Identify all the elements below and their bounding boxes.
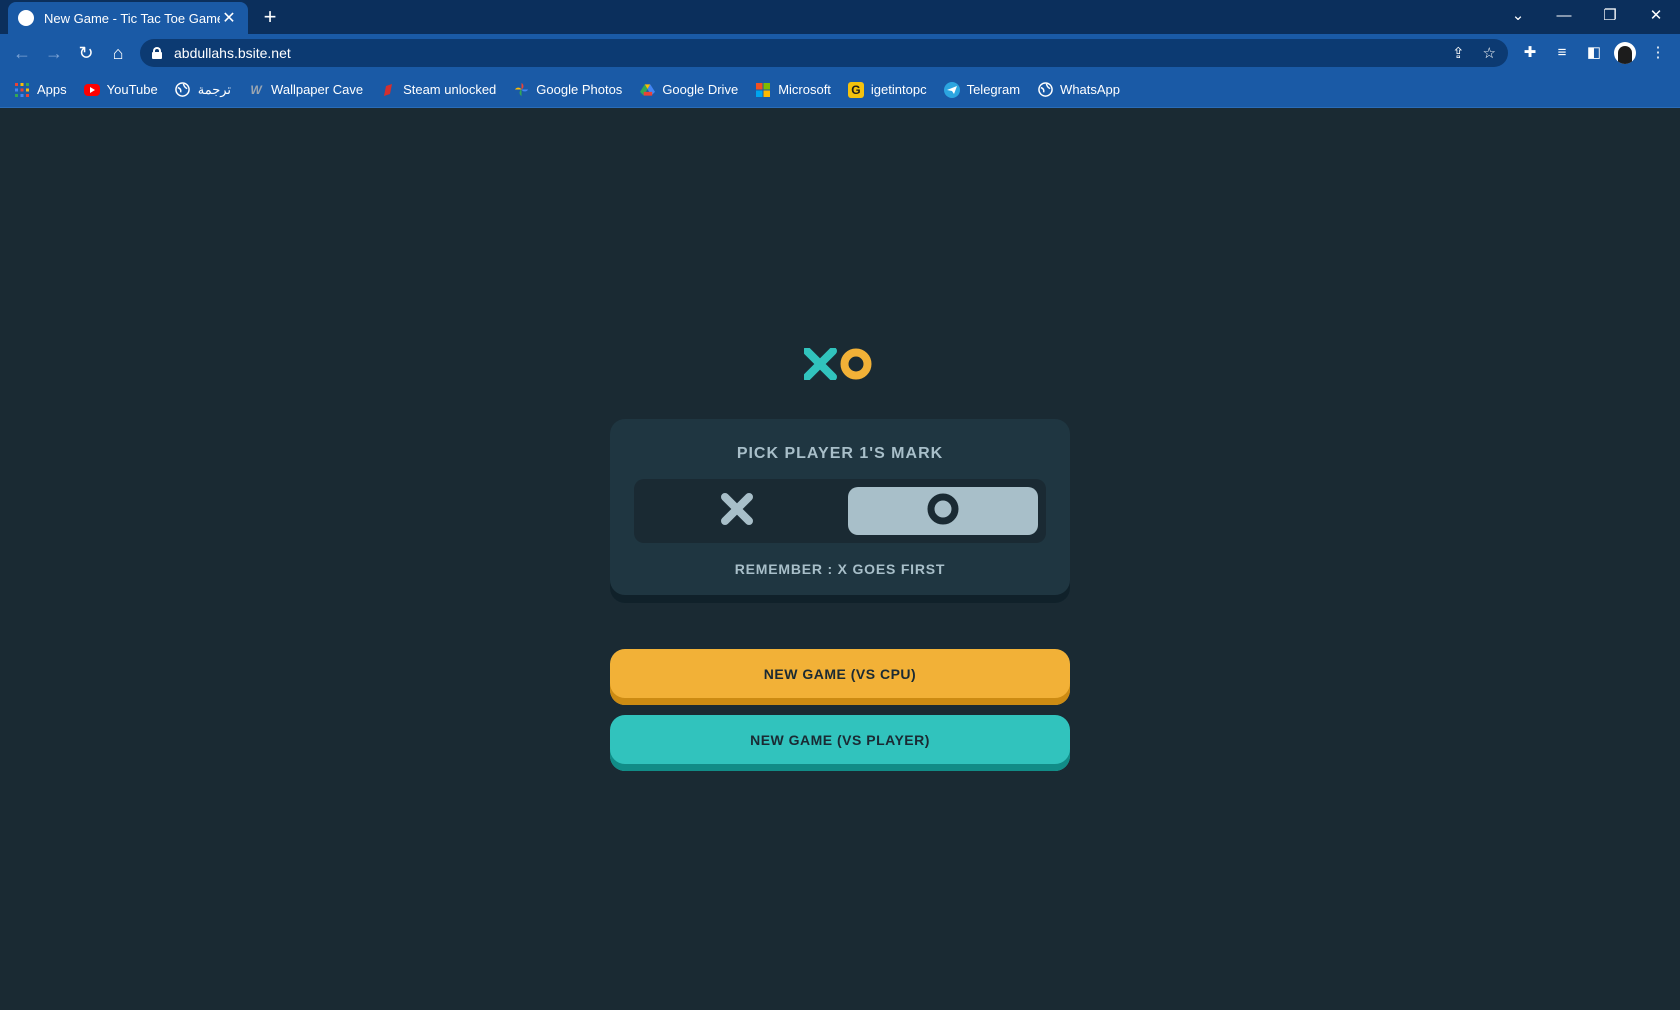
steam-unlocked-icon (380, 82, 396, 98)
side-panel-icon[interactable]: ◧ (1582, 41, 1606, 65)
bookmark-label: Steam unlocked (403, 82, 497, 97)
forward-button[interactable]: → (42, 41, 66, 65)
browser-tab[interactable]: New Game - Tic Tac Toe Game ✕ (8, 2, 248, 34)
bookmark-igetintopc[interactable]: G igetintopc (847, 81, 927, 98)
new-game-vs-cpu-button[interactable]: NEW GAME (VS CPU) (610, 649, 1070, 705)
back-button[interactable]: ← (10, 41, 34, 65)
youtube-icon (83, 83, 100, 96)
globe-icon (1037, 82, 1053, 98)
x-mark-icon (721, 492, 753, 530)
apps-grid-icon (14, 82, 30, 98)
mark-option-x[interactable] (642, 487, 832, 535)
bookmark-star-icon[interactable]: ☆ (1483, 44, 1496, 62)
bookmark-label: igetintopc (870, 82, 927, 97)
bookmark-label: Google Photos (536, 82, 623, 97)
x-goes-first-note: REMEMBER : X GOES FIRST (734, 561, 946, 577)
bookmarks-bar: Apps YouTube ترجمة W Wallpaper Cave Stea… (0, 72, 1680, 108)
menu-kebab-icon[interactable]: ⋮ (1646, 41, 1670, 65)
bookmark-apps[interactable]: Apps (14, 82, 67, 98)
bookmark-label: YouTube (106, 82, 158, 97)
logo-x-icon (803, 347, 837, 381)
bookmark-label: WhatsApp (1060, 82, 1121, 97)
igetintopc-icon: G (847, 81, 864, 98)
browser-toolbar: ← → ↻ ⌂ abdullahs.bsite.net ⇪ ☆ ✚ ≡ ◧ ⋮ (0, 34, 1680, 72)
bookmark-telegram[interactable]: Telegram (943, 81, 1021, 98)
tab-title: New Game - Tic Tac Toe Game (44, 10, 220, 26)
bookmark-youtube[interactable]: YouTube (83, 82, 158, 97)
pick-mark-card: PICK PLAYER 1'S MARK REMEMBER : X GOES F… (610, 419, 1070, 603)
media-queue-icon[interactable]: ≡ (1550, 41, 1574, 65)
bookmark-google-photos[interactable]: Google Photos (513, 82, 622, 98)
bookmark-label: Google Drive (662, 82, 739, 97)
bookmark-label: Wallpaper Cave (271, 82, 364, 97)
browser-titlebar: New Game - Tic Tac Toe Game ✕ + ⌄ — ❐ ✕ (0, 0, 1680, 34)
restore-button[interactable]: ❐ (1590, 4, 1630, 28)
mark-option-o[interactable] (848, 487, 1038, 535)
minimize-button[interactable]: — (1544, 4, 1584, 28)
o-mark-icon (926, 492, 960, 531)
tab-search-chevron-icon[interactable]: ⌄ (1498, 4, 1538, 28)
address-url[interactable]: abdullahs.bsite.net (174, 45, 1434, 61)
wallpaper-cave-icon: W (250, 82, 262, 97)
profile-avatar[interactable] (1614, 42, 1636, 64)
close-window-button[interactable]: ✕ (1636, 4, 1676, 28)
mark-toggle (634, 479, 1046, 543)
bookmark-wallpaper-cave[interactable]: W Wallpaper Cave (248, 82, 363, 98)
bookmark-whatsapp[interactable]: WhatsApp (1037, 82, 1120, 98)
tab-favicon-icon (18, 10, 34, 26)
google-drive-icon (639, 82, 655, 98)
globe-icon (175, 82, 191, 98)
xo-logo (803, 347, 872, 381)
telegram-icon (943, 81, 960, 98)
extensions-puzzle-icon[interactable]: ✚ (1518, 41, 1542, 65)
bookmark-google-drive[interactable]: Google Drive (639, 82, 738, 98)
address-bar[interactable]: abdullahs.bsite.net ⇪ ☆ (140, 39, 1508, 67)
microsoft-icon (755, 82, 771, 98)
share-icon[interactable]: ⇪ (1452, 44, 1465, 62)
logo-o-icon (840, 348, 872, 380)
close-tab-icon[interactable]: ✕ (220, 9, 238, 27)
bookmark-label: Microsoft (778, 82, 831, 97)
google-photos-icon (513, 82, 529, 98)
pick-mark-title: PICK PLAYER 1'S MARK (736, 445, 944, 462)
lock-icon (152, 47, 162, 59)
bookmark-label: Telegram (966, 82, 1021, 97)
bookmark-microsoft[interactable]: Microsoft (755, 82, 831, 98)
bookmark-translate[interactable]: ترجمة (175, 82, 231, 98)
reload-button[interactable]: ↻ (74, 41, 98, 65)
bookmark-steam-unlocked[interactable]: Steam unlocked (380, 82, 496, 98)
new-game-vs-player-button[interactable]: NEW GAME (VS PLAYER) (610, 715, 1070, 771)
bookmark-label: Apps (37, 82, 67, 97)
home-button[interactable]: ⌂ (106, 41, 130, 65)
bookmark-label: ترجمة (197, 81, 232, 97)
new-tab-button[interactable]: + (258, 6, 282, 30)
